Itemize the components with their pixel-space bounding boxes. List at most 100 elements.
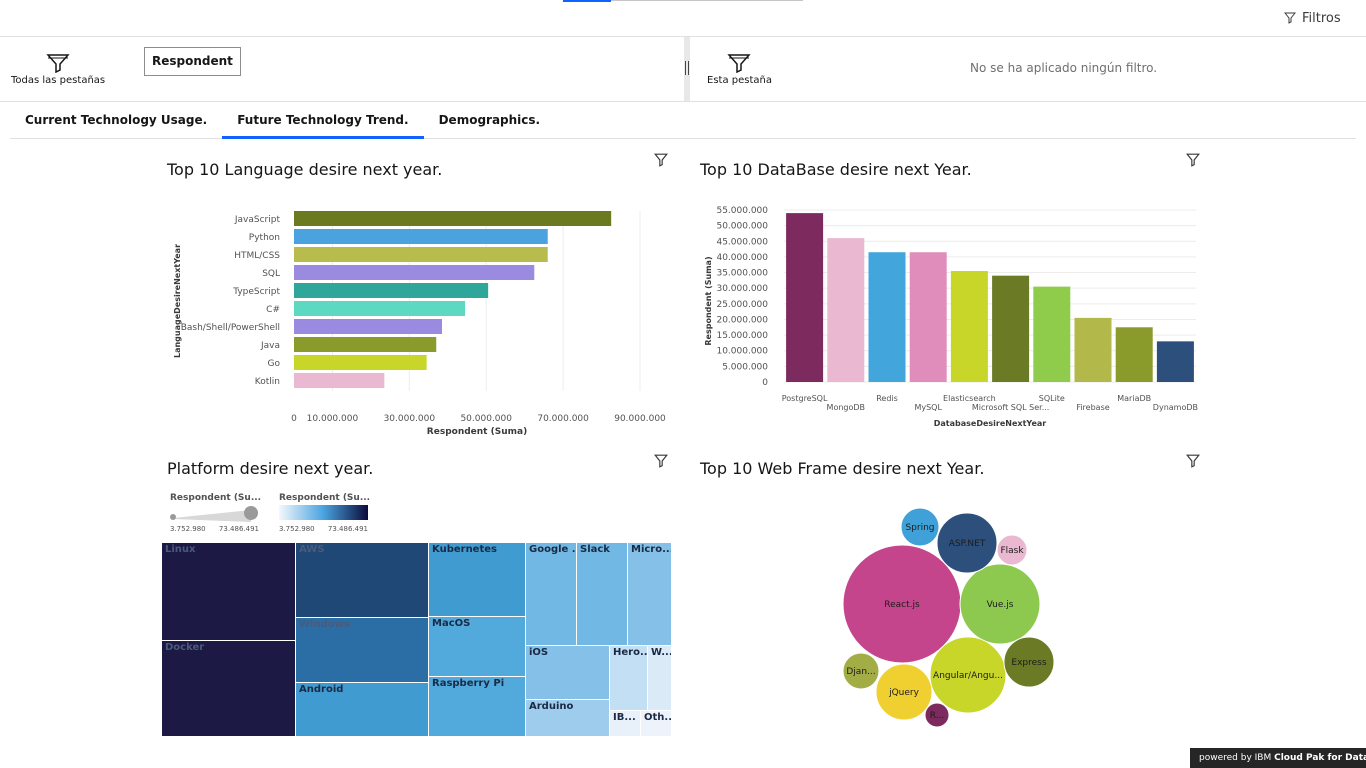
no-filter-message: No se ha aplicado ningún filtro. xyxy=(970,61,1158,75)
treemap-cell[interactable]: W... xyxy=(648,646,672,711)
treemap-cell[interactable]: Oth... xyxy=(641,711,672,737)
y-axis-title: Respondent (Suma) xyxy=(704,256,713,345)
tick-label: 70.000.000 xyxy=(537,414,589,424)
treemap-cell[interactable]: Hero... xyxy=(610,646,648,711)
treemap-cell[interactable]: iOS xyxy=(526,646,610,700)
tick-label: 0 xyxy=(762,378,768,388)
tick-label: 50.000.000 xyxy=(460,414,512,424)
treemap-label: Kubernetes xyxy=(432,544,497,555)
panel-filter-icon[interactable] xyxy=(1186,454,1200,468)
legend-color-scale xyxy=(279,505,368,520)
category-label: Go xyxy=(268,359,281,369)
filter-icon xyxy=(1284,12,1296,24)
language-bar-chart[interactable]: JavaScript Python HTML/CSS SQL TypeScript C# B… xyxy=(160,200,680,440)
bar xyxy=(294,211,612,226)
treemap-cell[interactable]: Kubernetes xyxy=(429,543,526,617)
loading-indicator xyxy=(563,0,611,2)
bubble-label: Angular/Angu... xyxy=(933,671,1003,681)
treemap-label: MacOS xyxy=(432,618,471,629)
this-tab-filter[interactable]: Esta pestaña xyxy=(707,53,772,86)
category-label: Java xyxy=(260,341,280,351)
legend-title: Respondent (Su... xyxy=(279,493,370,503)
bar xyxy=(294,337,437,352)
treemap-cell[interactable]: MacOS xyxy=(429,617,526,677)
x-axis-title: DatabaseDesireNextYear xyxy=(934,419,1047,428)
tab-demographics[interactable]: Demographics. xyxy=(424,103,556,138)
powered-by-badge: powered by IBM Cloud Pak for Data xyxy=(1190,748,1366,768)
splitter-handle[interactable] xyxy=(685,61,689,75)
category-label: Firebase xyxy=(1076,403,1109,412)
bar xyxy=(909,252,947,382)
treemap-label: Linux xyxy=(165,544,196,555)
bubble-label: Vue.js xyxy=(987,600,1014,610)
bubble-label: ASP.NET xyxy=(949,539,986,549)
database-chart-title: Top 10 DataBase desire next Year. xyxy=(700,160,972,179)
bubble-label: React.js xyxy=(884,600,920,610)
category-label: DynamoDB xyxy=(1153,403,1198,412)
category-label: Microsoft SQL Ser... xyxy=(972,403,1050,412)
legend-min: 3.752.980 xyxy=(170,525,206,533)
funnel-icon xyxy=(46,54,70,73)
database-bar-chart[interactable]: 0 5.000.000 10.000.000 15.000.000 20.000.000… xyxy=(695,200,1205,440)
tick-label: 90.000.000 xyxy=(614,414,666,424)
treemap-cell[interactable]: Micro... xyxy=(628,543,672,646)
legend-max-dot xyxy=(244,506,258,520)
legend-min: 3.752.980 xyxy=(279,525,315,533)
tick-label: 15.000.000 xyxy=(716,331,768,341)
panel-filter-icon[interactable] xyxy=(1186,153,1200,167)
treemap-cell[interactable]: AWS xyxy=(296,543,429,618)
bar xyxy=(1033,286,1071,382)
treemap-cell[interactable]: Docker xyxy=(162,641,296,737)
bar xyxy=(294,229,548,244)
treemap-label: iOS xyxy=(529,647,549,658)
treemap-label: Arduino xyxy=(529,701,574,712)
treemap-cell[interactable]: Linux xyxy=(162,543,296,641)
all-tabs-filter[interactable]: Todas las pestañas xyxy=(11,53,105,86)
y-axis-title: LanguageDesireNextYear xyxy=(173,244,182,358)
platform-treemap[interactable]: Linux Docker AWS Windows Android Kubernetes Ma… xyxy=(162,543,672,737)
bar xyxy=(294,319,443,334)
bar xyxy=(786,213,824,382)
category-label: MariaDB xyxy=(1117,394,1151,403)
legend-max: 73.486.491 xyxy=(219,525,259,533)
tick-label: 25.000.000 xyxy=(716,300,768,310)
treemap-cell[interactable]: Arduino xyxy=(526,700,610,737)
bar xyxy=(294,355,427,370)
bar xyxy=(294,301,466,316)
legend-max: 73.486.491 xyxy=(328,525,368,533)
filter-bar: Todas las pestañas Respondent Esta pesta… xyxy=(0,37,1366,102)
category-label: PostgreSQL xyxy=(782,394,828,403)
bar xyxy=(1156,341,1194,382)
treemap-cell[interactable]: Windows xyxy=(296,618,429,683)
language-chart-title: Top 10 Language desire next year. xyxy=(167,160,443,179)
bubble-label: Express xyxy=(1011,658,1046,668)
tab-current-technology[interactable]: Current Technology Usage. xyxy=(10,103,222,138)
bar xyxy=(294,265,535,280)
filters-button[interactable]: Filtros xyxy=(1284,8,1341,28)
tick-label: 45.000.000 xyxy=(716,237,768,247)
platform-chart-title: Platform desire next year. xyxy=(167,459,374,478)
treemap-cell[interactable]: Android xyxy=(296,683,429,737)
bar xyxy=(827,238,865,382)
treemap-cell[interactable]: Slack xyxy=(577,543,628,646)
panel-filter-icon[interactable] xyxy=(654,153,668,167)
panel-filter-icon[interactable] xyxy=(654,454,668,468)
respondent-chip[interactable]: Respondent xyxy=(144,47,241,76)
bubble-label: Djan... xyxy=(846,667,875,677)
tick-label: 10.000.000 xyxy=(307,414,359,424)
tick-label: 55.000.000 xyxy=(716,206,768,216)
treemap-label: Oth... xyxy=(644,712,672,723)
treemap-cell[interactable]: Raspberry Pi xyxy=(429,677,526,737)
treemap-label: AWS xyxy=(299,544,325,555)
treemap-label: W... xyxy=(651,647,672,658)
legend-title: Respondent (Su... xyxy=(170,493,261,503)
treemap-cell[interactable]: Google ... xyxy=(526,543,577,646)
treemap-cell[interactable]: IB... xyxy=(610,711,641,737)
category-label: SQLite xyxy=(1039,394,1065,403)
treemap-label: Micro... xyxy=(631,544,672,555)
treemap-label: Windows xyxy=(299,619,350,630)
tick-label: 10.000.000 xyxy=(716,347,768,357)
tab-future-technology[interactable]: Future Technology Trend. xyxy=(222,103,425,139)
webframe-bubble-chart[interactable]: React.js Vue.js Angular/Angu... ASP.NET Expr… xyxy=(830,505,1070,735)
global-filters-area: Todas las pestañas Respondent xyxy=(0,37,684,101)
